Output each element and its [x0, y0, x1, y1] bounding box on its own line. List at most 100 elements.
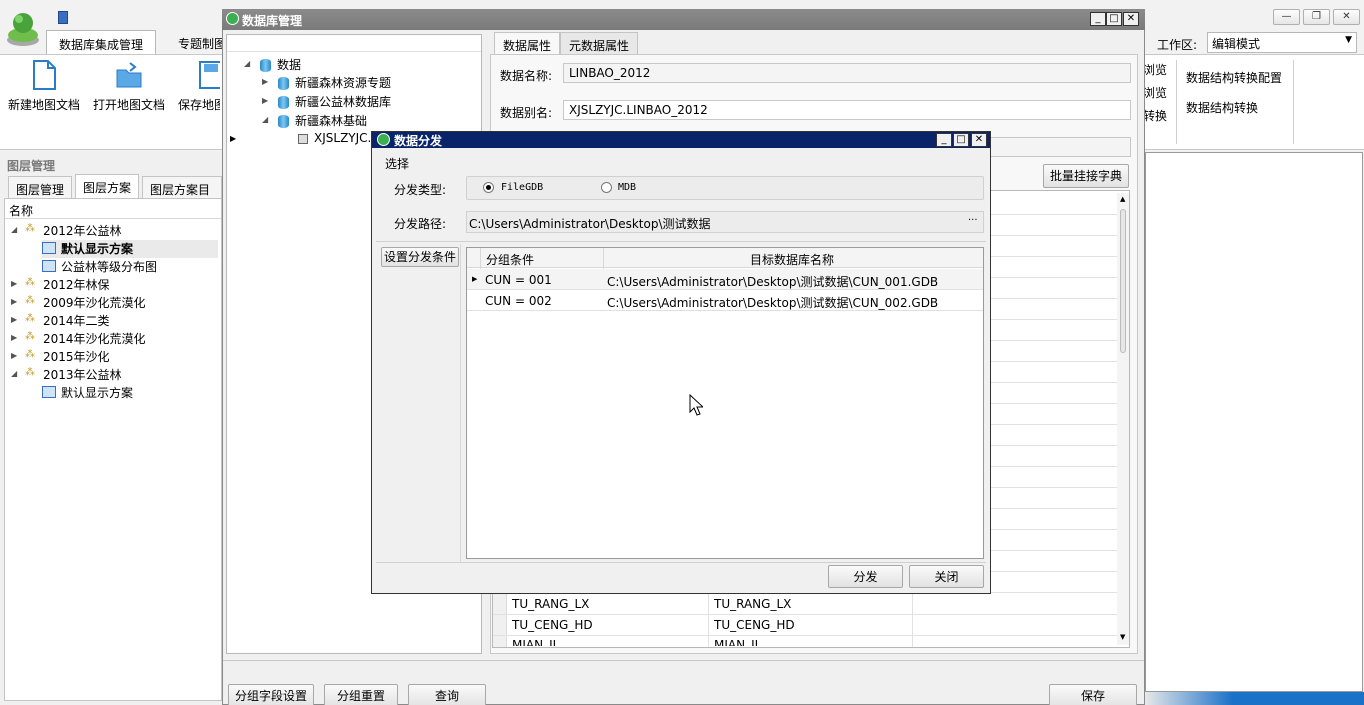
map-view[interactable]	[1145, 152, 1363, 692]
tab-layer-management[interactable]: 图层管理	[8, 176, 73, 198]
expand-arrow-icon: ▶	[262, 96, 269, 105]
grid-cell[interactable]: TU_RANG_LX	[714, 597, 791, 611]
layer-tree-column-header: 名称	[9, 204, 34, 218]
db-window-minimize-button[interactable]: _	[1090, 12, 1106, 26]
structure-convert-button[interactable]: 数据结构转换	[1186, 99, 1258, 116]
grid-cell[interactable]: MIAN_JI	[512, 638, 556, 646]
scroll-thumb[interactable]	[1120, 209, 1126, 353]
browse-small-1[interactable]: 浏览	[1143, 61, 1167, 78]
grid-cell[interactable]: TU_CENG_HD	[512, 618, 593, 632]
option-mdb-label[interactable]: MDB	[618, 182, 636, 193]
database-icon	[278, 77, 289, 90]
radio-mdb[interactable]	[601, 182, 612, 193]
scroll-down-icon[interactable]: ▼	[1120, 633, 1125, 641]
dialog-titlebar[interactable]	[372, 132, 990, 148]
grid-cell[interactable]: TU_RANG_LX	[512, 597, 589, 611]
table-icon	[298, 134, 308, 144]
expand-arrow-icon: ▶	[11, 279, 18, 288]
alias-field[interactable]: XJSLZYJC.LINBAO_2012	[563, 100, 1131, 120]
tab-layer-scheme-catalog[interactable]: 图层方案目录	[142, 176, 222, 198]
app-restore-button[interactable]: ❐	[1303, 9, 1330, 25]
db-window-icon	[226, 12, 239, 25]
grid-cell[interactable]: MIAN_JI	[714, 638, 758, 646]
radio-filegdb[interactable]	[483, 182, 494, 193]
data-name-label: 数据名称:	[500, 69, 553, 83]
new-map-doc-button[interactable]: 新建地图文档	[2, 60, 86, 120]
database-icon	[278, 115, 289, 128]
dialog-close-button[interactable]: ✕	[971, 133, 987, 147]
row-condition[interactable]: CUN = 001	[485, 273, 552, 287]
save-button[interactable]: 保存	[1049, 684, 1137, 705]
database-icon	[260, 59, 271, 72]
layer-group-icon: ⁂	[25, 313, 35, 324]
tab-data-attributes[interactable]: 数据属性	[494, 32, 561, 54]
field-grid-scrollbar[interactable]: ▲ ▼	[1117, 193, 1129, 645]
app-minimize-button[interactable]: —	[1273, 9, 1300, 25]
distribution-path-field[interactable]: C:\Users\Administrator\Desktop\测试数据	[466, 211, 984, 233]
dialog-icon	[377, 133, 390, 146]
db-window-close-button[interactable]: ✕	[1123, 12, 1139, 26]
distribute-button[interactable]: 分发	[828, 565, 903, 588]
close-button[interactable]: 关闭	[909, 565, 984, 588]
row-target[interactable]: C:\Users\Administrator\Desktop\测试数据\CUN_…	[607, 273, 938, 290]
mouse-cursor-icon	[689, 393, 705, 419]
dialog-minimize-button[interactable]: _	[936, 133, 952, 147]
ribbon-divider	[1176, 60, 1177, 144]
quick-access-icon[interactable]	[58, 11, 68, 24]
expand-arrow-icon: ▶	[11, 351, 18, 360]
ribbon-divider-2	[1293, 60, 1294, 144]
row-pointer-icon: ▶	[230, 134, 237, 143]
column-header-condition[interactable]: 分组条件	[486, 251, 534, 268]
db-window-maximize-button[interactable]: □	[1106, 12, 1122, 26]
db-window-titlebar[interactable]	[222, 9, 1145, 30]
distribution-type-label: 分发类型:	[394, 183, 447, 197]
group-reset-button[interactable]: 分组重置	[324, 684, 398, 705]
dialog-section-title: 选择	[385, 157, 410, 171]
browse-small-2[interactable]: 浏览	[1143, 84, 1167, 101]
layer-group-icon: ⁂	[25, 349, 35, 360]
app-logo[interactable]	[4, 8, 42, 48]
app-close-button[interactable]: ✕	[1333, 9, 1360, 25]
layer-tree-header-line	[5, 218, 221, 219]
set-distribution-condition-button[interactable]: 设置分发条件	[381, 247, 459, 267]
tab-layer-scheme[interactable]: 图层方案	[75, 174, 140, 198]
option-filegdb-label[interactable]: FileGDB	[501, 182, 543, 193]
workspace-select[interactable]: 编辑模式 ▼	[1207, 32, 1357, 53]
map-scheme-icon	[42, 386, 56, 398]
structure-convert-config-button[interactable]: 数据结构转换配置	[1186, 69, 1282, 86]
column-header-target[interactable]: 目标数据库名称	[750, 251, 834, 268]
layer-group-icon: ⁂	[25, 295, 35, 306]
ribbon-tab-db-integration[interactable]: 数据库集成管理	[46, 30, 157, 54]
db-bottom-divider	[223, 660, 1144, 661]
convert-small[interactable]: 转换	[1143, 107, 1167, 124]
group-field-settings-button[interactable]: 分组字段设置	[228, 684, 314, 705]
collapse-arrow-icon: ◢	[11, 225, 18, 234]
expand-arrow-icon: ▶	[11, 315, 18, 324]
data-name-field[interactable]: LINBAO_2012	[563, 63, 1131, 83]
alias-label: 数据别名:	[500, 106, 553, 120]
query-button[interactable]: 查询	[408, 684, 486, 705]
map-scheme-icon	[42, 242, 56, 254]
row-condition[interactable]: CUN = 002	[485, 294, 552, 308]
browse-button[interactable]: ···	[968, 215, 978, 226]
dialog-bottom-divider	[376, 562, 986, 563]
open-map-doc-button[interactable]: 打开地图文档	[87, 60, 171, 120]
tab-metadata-attributes[interactable]: 元数据属性	[560, 32, 639, 54]
grid-clipped-row: MIAN_JI MIAN_JI	[494, 636, 1114, 646]
row-target[interactable]: C:\Users\Administrator\Desktop\测试数据\CUN_…	[607, 294, 938, 311]
grid-cell[interactable]: TU_CENG_HD	[714, 618, 795, 632]
save-map-doc-button[interactable]: 保存地图	[172, 60, 220, 120]
grid-header-row	[467, 248, 983, 268]
collapse-arrow-icon: ◢	[244, 59, 251, 68]
workspace-label: 工作区:	[1157, 38, 1198, 52]
scheme-default-display[interactable]: 默认显示方案	[42, 240, 218, 258]
scroll-up-icon[interactable]: ▲	[1120, 195, 1125, 203]
dialog-maximize-button[interactable]: □	[953, 133, 969, 147]
batch-dictionary-button[interactable]: 批量挂接字典	[1043, 164, 1129, 188]
layer-group-icon: ⁂	[25, 367, 35, 378]
layer-group-icon: ⁂	[25, 223, 35, 234]
hidden-field[interactable]	[990, 137, 1131, 157]
layer-panel-title: 图层管理	[7, 159, 56, 173]
db-window-title: 数据库管理	[242, 14, 303, 28]
layer-group-icon: ⁂	[25, 331, 35, 342]
